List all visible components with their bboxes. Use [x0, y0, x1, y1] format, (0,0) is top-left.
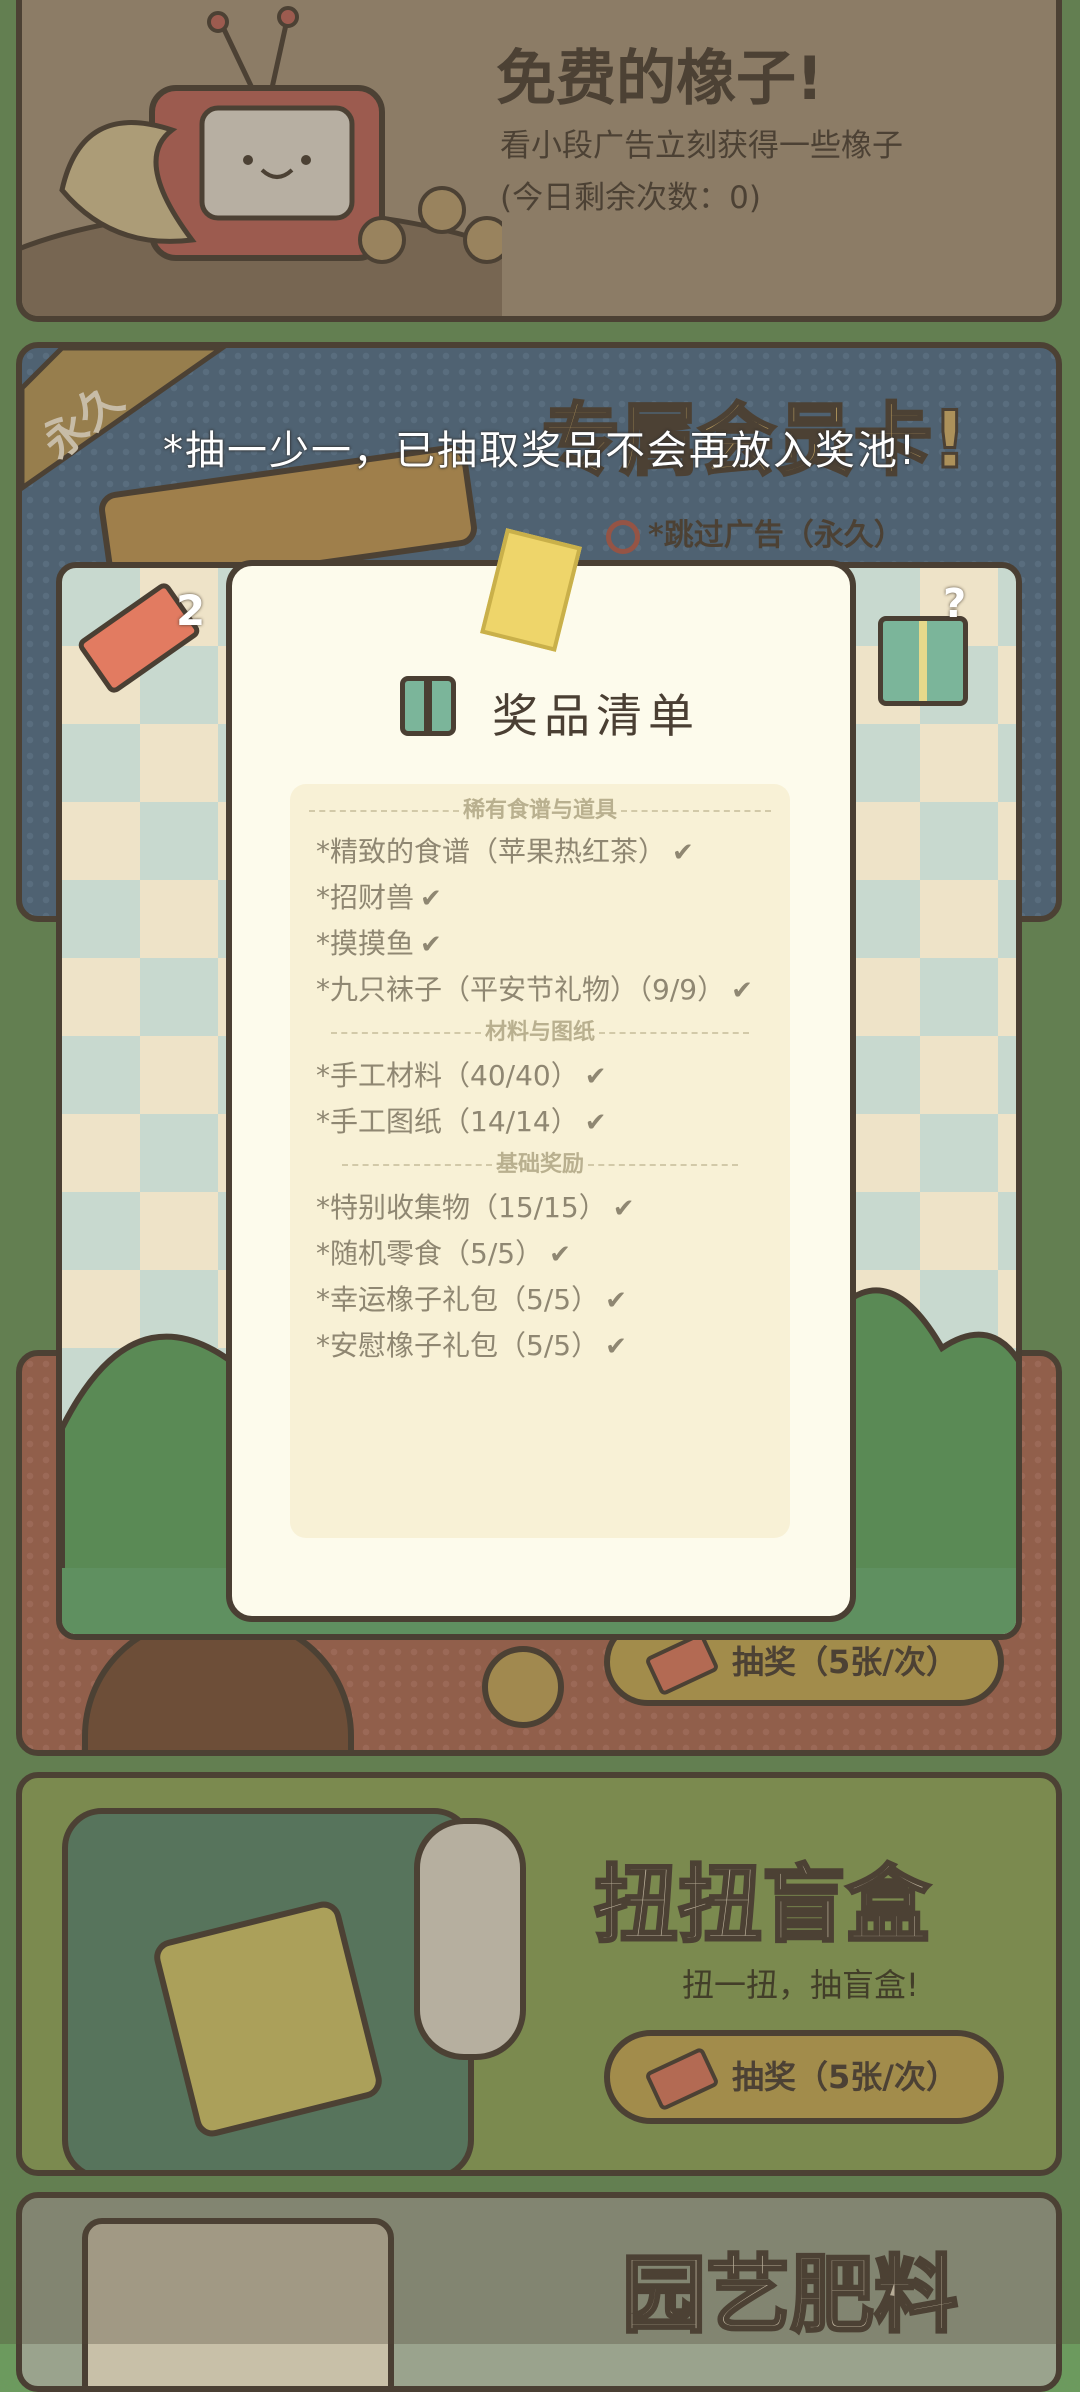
list-item: *手工材料（40/40） ✔: [316, 1059, 607, 1092]
prize-list: 稀有食谱与道具 *精致的食谱（苹果热红茶） ✔ *招财兽 ✔ *摸摸鱼 ✔ *九只袜子…: [290, 784, 790, 1538]
draw-notice: *抽一少一，已抽取奖品不会再放入奖池!: [162, 428, 918, 474]
list-item: *随机零食（5/5） ✔: [316, 1237, 571, 1270]
gift-icon: [400, 676, 456, 736]
list-item: *幸运橡子礼包（5/5） ✔: [316, 1283, 627, 1316]
check-icon: ✔: [605, 1286, 627, 1316]
check-icon: ✔: [420, 884, 442, 914]
check-icon: ✔: [584, 1108, 607, 1138]
check-icon: ✔: [612, 1194, 635, 1224]
list-item: *九只袜子（平安节礼物）（9/9） ✔: [316, 973, 753, 1006]
section-header-rare: 稀有食谱与道具: [290, 792, 790, 824]
check-icon: ✔: [549, 1240, 571, 1270]
list-item: *安慰橡子礼包（5/5） ✔: [316, 1329, 627, 1362]
prize-list-title: 奖品清单: [492, 689, 700, 743]
mystery-gift-icon: ?: [878, 581, 968, 706]
list-item: *摸摸鱼 ✔: [316, 927, 442, 960]
check-icon: ✔: [605, 1332, 627, 1362]
check-icon: ✔: [420, 930, 442, 960]
ticket-count: 2: [176, 586, 206, 635]
section-header-basic: 基础奖励: [290, 1146, 790, 1178]
check-icon: ✔: [584, 1062, 607, 1092]
list-item: *特别收集物（15/15） ✔: [316, 1191, 635, 1224]
check-icon: ✔: [672, 838, 694, 868]
check-icon: ✔: [731, 976, 753, 1006]
list-item: *手工图纸（14/14） ✔: [316, 1105, 607, 1138]
section-header-materials: 材料与图纸: [290, 1014, 790, 1046]
list-item: *精致的食谱（苹果热红茶） ✔: [316, 835, 694, 868]
list-item: *招财兽 ✔: [316, 881, 442, 914]
